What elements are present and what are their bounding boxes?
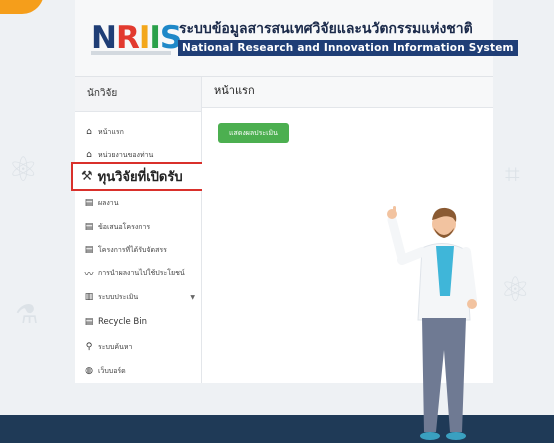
- molecule-decoration-icon: ⚛: [8, 150, 39, 190]
- clipboard-icon: ▤: [84, 198, 94, 208]
- gavel-icon: ⚒: [81, 169, 93, 184]
- chart-line-icon: 〰: [84, 269, 94, 280]
- english-site-title: National Research and Innovation Informa…: [178, 40, 518, 56]
- site-header: NRIIS ระบบข้อมูลสารสนเทศวิจัยและนวัตกรรม…: [75, 0, 518, 77]
- show-evaluation-button[interactable]: แสดงผลประเมิน: [218, 123, 289, 143]
- sidebar-item-label: หน้าแรก: [98, 127, 124, 136]
- globe-icon: ◍: [85, 366, 93, 376]
- sidebar-item-label: ผลงาน: [98, 198, 119, 207]
- sidebar-item-open-grants[interactable]: ⚒ ทุนวิจัยที่เปิดรับ: [71, 162, 205, 191]
- sidebar-item-label: โครงการที่ได้รับจัดสรร: [98, 245, 167, 254]
- graph-decoration-icon: ⌗: [505, 160, 520, 190]
- sidebar-item-works[interactable]: ▤ ผลงาน: [75, 193, 201, 213]
- corner-badge: [0, 0, 44, 14]
- sidebar-item-funded-projects[interactable]: ▤ โครงการที่ได้รับจัดสรร: [75, 240, 201, 260]
- nriis-logo[interactable]: NRIIS: [91, 20, 182, 56]
- search-icon: ⚲: [85, 342, 93, 352]
- chevron-down-icon: ▼: [190, 293, 195, 301]
- sidebar-item-label: ระบบประเมิน: [98, 292, 139, 301]
- sidebar-item-label: การนำผลงานไปใช้ประโยชน์: [98, 268, 185, 277]
- clipboard-icon: ▤: [84, 317, 94, 327]
- researcher-illustration: [387, 206, 477, 440]
- sidebar-item-utilization[interactable]: 〰 การนำผลงานไปใช้ประโยชน์: [75, 263, 201, 283]
- thai-site-title: ระบบข้อมูลสารสนเทศวิจัยและนวัตกรรมแห่งชา…: [179, 21, 473, 37]
- sidebar: นักวิจัย ⌂ หน้าแรก ⌂ หน่วยงานของท่าน ▤ ผ…: [75, 77, 202, 383]
- atom-decoration-icon: ⚛: [500, 270, 531, 310]
- clipboard-icon: ▤: [84, 245, 94, 255]
- sidebar-heading: นักวิจัย: [75, 77, 201, 112]
- sidebar-item-label: หน่วยงานของท่าน: [98, 150, 154, 159]
- flask-decoration-icon: ⚗: [15, 300, 39, 330]
- home-icon: ⌂: [86, 127, 92, 137]
- sidebar-item-proposals[interactable]: ▤ ข้อเสนอโครงการ: [75, 217, 201, 237]
- clipboard-icon: ▤: [84, 222, 94, 232]
- sidebar-item-label: ทุนวิจัยที่เปิดรับ: [97, 170, 183, 185]
- bar-chart-icon: ▥: [84, 292, 94, 302]
- sidebar-item-webboard[interactable]: ◍ เว็บบอร์ด: [75, 361, 201, 381]
- sidebar-item-evaluation[interactable]: ▥ ระบบประเมิน ▼: [75, 287, 201, 307]
- logo-subtitle-strip: [91, 51, 171, 55]
- sidebar-item-label: เว็บบอร์ด: [98, 366, 126, 375]
- sidebar-item-label: ข้อเสนอโครงการ: [98, 222, 151, 231]
- page-title: หน้าแรก: [202, 77, 493, 108]
- sidebar-item-recycle-bin[interactable]: ▤ Recycle Bin: [75, 312, 201, 332]
- sidebar-item-label: ระบบค้นหา: [98, 342, 133, 351]
- building-icon: ⌂: [86, 150, 92, 160]
- sidebar-item-search[interactable]: ⚲ ระบบค้นหา: [75, 337, 201, 357]
- sidebar-item-home[interactable]: ⌂ หน้าแรก: [75, 122, 201, 142]
- sidebar-item-label: Recycle Bin: [98, 317, 148, 327]
